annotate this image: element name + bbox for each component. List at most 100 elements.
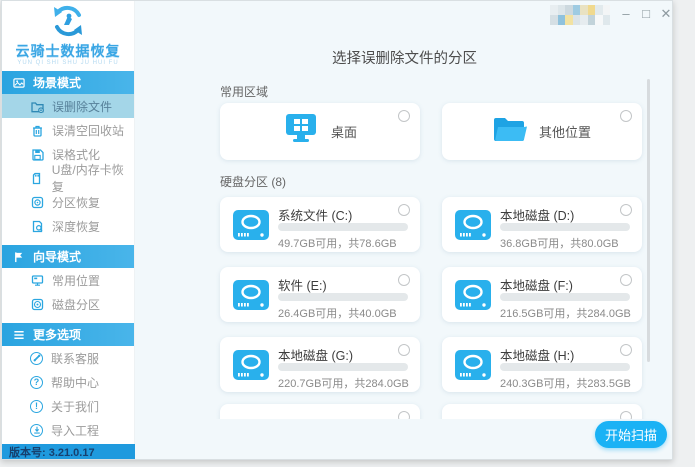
usage-bar bbox=[278, 363, 408, 371]
radio-partition-c[interactable] bbox=[398, 204, 410, 216]
radio-partition-partial[interactable] bbox=[620, 411, 632, 419]
partition-name: 软件 (E:) bbox=[278, 275, 327, 294]
partition-info: 220.7GB可用，共284.0GB bbox=[278, 375, 409, 391]
common-area-label: 常用区域 bbox=[220, 83, 268, 100]
partition-info: 26.4GB可用，共40.0GB bbox=[278, 305, 397, 321]
format-icon bbox=[30, 147, 44, 161]
disk-partition-icon bbox=[30, 297, 44, 311]
sidebar-item-label: 导入工程 bbox=[51, 422, 99, 439]
version-bar: 版本号: 3.21.0.17 bbox=[2, 444, 135, 459]
partition-recovery-icon bbox=[30, 195, 44, 209]
partition-name: 本地磁盘 (H:) bbox=[500, 345, 574, 364]
partition-card-e[interactable]: 软件 (E:) 26.4GB可用，共40.0GB bbox=[220, 267, 420, 322]
app-window: 云骑士数据恢复 YUN QI SHI SHU JU HUI FU 场景模式 误删… bbox=[1, 0, 673, 460]
deleted-file-icon bbox=[30, 99, 44, 113]
hard-disk-partitions-label: 硬盘分区 (8) bbox=[220, 173, 286, 190]
sidebar-item-about-us[interactable]: ! 关于我们 bbox=[2, 394, 134, 418]
common-card-label: 桌面 bbox=[331, 122, 357, 141]
about-icon: ! bbox=[30, 400, 43, 413]
sidebar-item-import-project[interactable]: 导入工程 bbox=[2, 418, 134, 442]
hard-disk-icon bbox=[455, 210, 491, 245]
section-header-more-options: 更多选项 bbox=[2, 323, 134, 346]
sidebar-item-usb-memory-card-recovery[interactable]: U盘/内存卡恢复 bbox=[2, 166, 134, 190]
radio-partition-g[interactable] bbox=[398, 344, 410, 356]
partition-info: 36.8GB可用，共80.0GB bbox=[500, 235, 619, 251]
contact-support-icon bbox=[30, 352, 43, 365]
partition-list-area: 常用区域 桌面 其他位置 硬盘分区 (8) 系统文件 (C:) 49.7GB可用… bbox=[135, 1, 647, 419]
sidebar-item-label: U盘/内存卡恢复 bbox=[52, 161, 134, 195]
partition-card-c[interactable]: 系统文件 (C:) 49.7GB可用，共78.6GB bbox=[220, 197, 420, 252]
sidebar-item-label: 误格式化 bbox=[52, 146, 100, 163]
hard-disk-icon bbox=[455, 280, 491, 315]
sidebar-item-label: 分区恢复 bbox=[52, 194, 100, 211]
hard-disk-icon bbox=[455, 350, 491, 385]
sidebar-item-deep-recovery[interactable]: 深度恢复 bbox=[2, 214, 134, 238]
common-card-desktop[interactable]: 桌面 bbox=[220, 103, 420, 160]
partition-card-f[interactable]: 本地磁盘 (F:) 216.5GB可用，共284.0GB bbox=[442, 267, 642, 322]
section-label: 向导模式 bbox=[33, 248, 81, 265]
partition-card-d[interactable]: 本地磁盘 (D:) 36.8GB可用，共80.0GB bbox=[442, 197, 642, 252]
usage-bar bbox=[500, 363, 630, 371]
wizard-mode-icon bbox=[12, 250, 26, 264]
common-card-label: 其他位置 bbox=[539, 122, 591, 141]
app-logo-icon bbox=[50, 3, 86, 44]
partition-card-h[interactable]: 本地磁盘 (H:) 240.3GB可用，共283.5GB bbox=[442, 337, 642, 392]
sidebar-item-contact-support[interactable]: 联系客服 bbox=[2, 346, 134, 370]
common-card-other-location[interactable]: 其他位置 bbox=[442, 103, 642, 160]
partition-card-partial[interactable] bbox=[220, 404, 420, 419]
sidebar-item-help-center[interactable]: ? 帮助中心 bbox=[2, 370, 134, 394]
start-scan-button[interactable]: 开始扫描 bbox=[595, 421, 667, 448]
radio-partition-e[interactable] bbox=[398, 274, 410, 286]
hard-disk-icon bbox=[233, 350, 269, 385]
partition-card-g[interactable]: 本地磁盘 (G:) 220.7GB可用，共284.0GB bbox=[220, 337, 420, 392]
section-label: 场景模式 bbox=[33, 74, 81, 91]
close-button[interactable]: ✕ bbox=[657, 5, 673, 23]
sidebar-item-label: 磁盘分区 bbox=[52, 296, 100, 313]
logo-block: 云骑士数据恢复 YUN QI SHI SHU JU HUI FU bbox=[2, 1, 134, 71]
desktop-icon bbox=[283, 114, 319, 149]
sidebar-item-label: 深度恢复 bbox=[52, 218, 100, 235]
usage-bar bbox=[278, 293, 408, 301]
sidebar-item-label: 常用位置 bbox=[52, 272, 100, 289]
blurred-footer bbox=[16, 459, 120, 460]
radio-partition-partial[interactable] bbox=[398, 411, 410, 419]
section-label: 更多选项 bbox=[33, 326, 81, 343]
deep-recovery-icon bbox=[30, 219, 44, 233]
partition-info: 240.3GB可用，共283.5GB bbox=[500, 375, 631, 391]
monitor-icon bbox=[30, 273, 44, 287]
sidebar-item-label: 误清空回收站 bbox=[52, 122, 124, 139]
partition-name: 系统文件 (C:) bbox=[278, 205, 352, 224]
radio-partition-f[interactable] bbox=[620, 274, 632, 286]
app-subtitle: YUN QI SHI SHU JU HUI FU bbox=[2, 60, 134, 66]
radio-partition-h[interactable] bbox=[620, 344, 632, 356]
sidebar-item-misdeleted-files[interactable]: 误删除文件 bbox=[2, 94, 134, 118]
radio-other-location[interactable] bbox=[620, 110, 632, 122]
partition-card-partial[interactable] bbox=[442, 404, 642, 419]
sidebar-item-label: 关于我们 bbox=[51, 398, 99, 415]
sidebar: 云骑士数据恢复 YUN QI SHI SHU JU HUI FU 场景模式 误删… bbox=[2, 1, 135, 459]
scrollbar[interactable] bbox=[647, 79, 650, 362]
radio-desktop[interactable] bbox=[398, 110, 410, 122]
help-icon: ? bbox=[30, 376, 43, 389]
import-project-icon bbox=[30, 424, 43, 437]
radio-partition-d[interactable] bbox=[620, 204, 632, 216]
section-header-scene-mode: 场景模式 bbox=[2, 71, 134, 94]
scene-mode-icon bbox=[12, 76, 26, 90]
hard-disk-icon bbox=[233, 280, 269, 315]
more-options-icon bbox=[12, 328, 26, 342]
partition-name: 本地磁盘 (D:) bbox=[500, 205, 574, 224]
usage-bar bbox=[278, 223, 408, 231]
partition-info: 216.5GB可用，共284.0GB bbox=[500, 305, 631, 321]
sidebar-item-emptied-recycle-bin[interactable]: 误清空回收站 bbox=[2, 118, 134, 142]
section-header-wizard-mode: 向导模式 bbox=[2, 245, 134, 268]
sidebar-item-disk-partitions[interactable]: 磁盘分区 bbox=[2, 292, 134, 316]
partition-name: 本地磁盘 (F:) bbox=[500, 275, 573, 294]
hard-disk-icon bbox=[233, 210, 269, 245]
partition-info: 49.7GB可用，共78.6GB bbox=[278, 235, 397, 251]
sidebar-item-label: 误删除文件 bbox=[52, 98, 112, 115]
usage-bar bbox=[500, 293, 630, 301]
sidebar-item-label: 联系客服 bbox=[51, 350, 99, 367]
sidebar-item-label: 帮助中心 bbox=[51, 374, 99, 391]
partition-name: 本地磁盘 (G:) bbox=[278, 345, 353, 364]
sidebar-item-common-locations[interactable]: 常用位置 bbox=[2, 268, 134, 292]
